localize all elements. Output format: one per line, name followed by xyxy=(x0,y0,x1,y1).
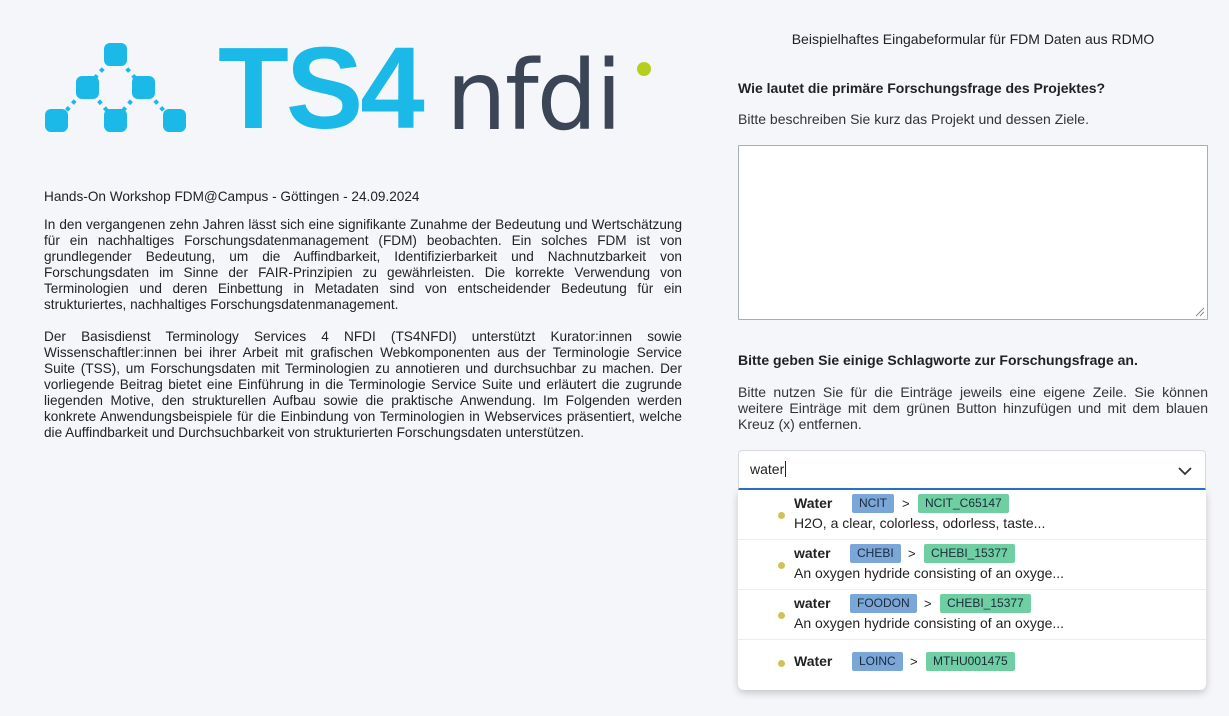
option-description: An oxygen hydride consisting of an oxyge… xyxy=(794,615,1065,631)
ts4nfdi-logo: TS4 nfdi xyxy=(44,30,684,146)
logo-ts4-text: TS4 xyxy=(218,23,425,153)
intro-paragraph-2: Der Basisdienst Terminology Services 4 N… xyxy=(44,329,682,440)
suggestion-dropdown: Water NCIT > NCIT_C65147 H2O, a clear, c… xyxy=(738,490,1206,690)
chevron-down-icon[interactable] xyxy=(1177,463,1193,479)
intro-section: Hands-On Workshop FDM@Campus - Göttingen… xyxy=(44,189,682,457)
logo-accent-dot xyxy=(637,62,651,76)
suggestion-option[interactable]: water FOODON > CHEBI_15377 An oxygen hyd… xyxy=(738,590,1206,640)
separator: > xyxy=(910,654,918,669)
question-1-help: Bitte beschreiben Sie kurz das Projekt u… xyxy=(738,111,1089,127)
option-bullet-icon xyxy=(778,512,785,519)
keyword-autocomplete-input[interactable]: water xyxy=(738,450,1206,490)
question-2-label: Bitte geben Sie einige Schlagworte zur F… xyxy=(738,352,1138,368)
term-id-badge: CHEBI_15377 xyxy=(924,544,1015,563)
research-question-textarea[interactable] xyxy=(738,145,1208,320)
option-label: water xyxy=(794,545,831,561)
suggestion-option[interactable]: water CHEBI > CHEBI_15377 An oxygen hydr… xyxy=(738,540,1206,590)
separator: > xyxy=(902,496,910,511)
text-cursor xyxy=(785,461,787,477)
question-1-label: Wie lautet die primäre Forschungsfrage d… xyxy=(738,80,1106,96)
logo-nfdi-text: nfdi xyxy=(446,40,622,152)
ontology-badge: NCIT xyxy=(852,494,894,513)
suggestion-option[interactable]: Water LOINC > MTHU001475 xyxy=(738,640,1206,690)
separator: > xyxy=(924,596,932,611)
option-description: An oxygen hydride consisting of an oxyge… xyxy=(794,565,1065,581)
term-id-badge: MTHU001475 xyxy=(926,652,1015,671)
separator: > xyxy=(908,546,916,561)
option-bullet-icon xyxy=(778,562,785,569)
option-description: H2O, a clear, colorless, odorless, taste… xyxy=(794,515,1046,531)
option-label: Water xyxy=(794,653,833,669)
term-id-badge: CHEBI_15377 xyxy=(940,594,1031,613)
option-label: water xyxy=(794,595,831,611)
option-bullet-icon xyxy=(778,612,785,619)
ontology-badge: FOODON xyxy=(850,594,917,613)
ontology-badge: LOINC xyxy=(852,652,903,671)
ts4-network-icon xyxy=(45,43,186,132)
option-bullet-icon xyxy=(778,660,785,667)
question-2-help: Bitte nutzen Sie für die Einträge jeweil… xyxy=(738,384,1208,432)
workshop-heading: Hands-On Workshop FDM@Campus - Göttingen… xyxy=(44,189,420,204)
ontology-badge: CHEBI xyxy=(850,544,901,563)
intro-paragraph-1: In den vergangenen zehn Jahren lässt sic… xyxy=(44,217,682,312)
term-id-badge: NCIT_C65147 xyxy=(918,494,1009,513)
search-value: water xyxy=(750,461,785,477)
suggestion-option[interactable]: Water NCIT > NCIT_C65147 H2O, a clear, c… xyxy=(738,490,1206,540)
resize-grip-icon[interactable] xyxy=(1195,307,1205,317)
option-label: Water xyxy=(794,495,833,511)
form-title: Beispielhaftes Eingabeformular für FDM D… xyxy=(791,31,1155,47)
